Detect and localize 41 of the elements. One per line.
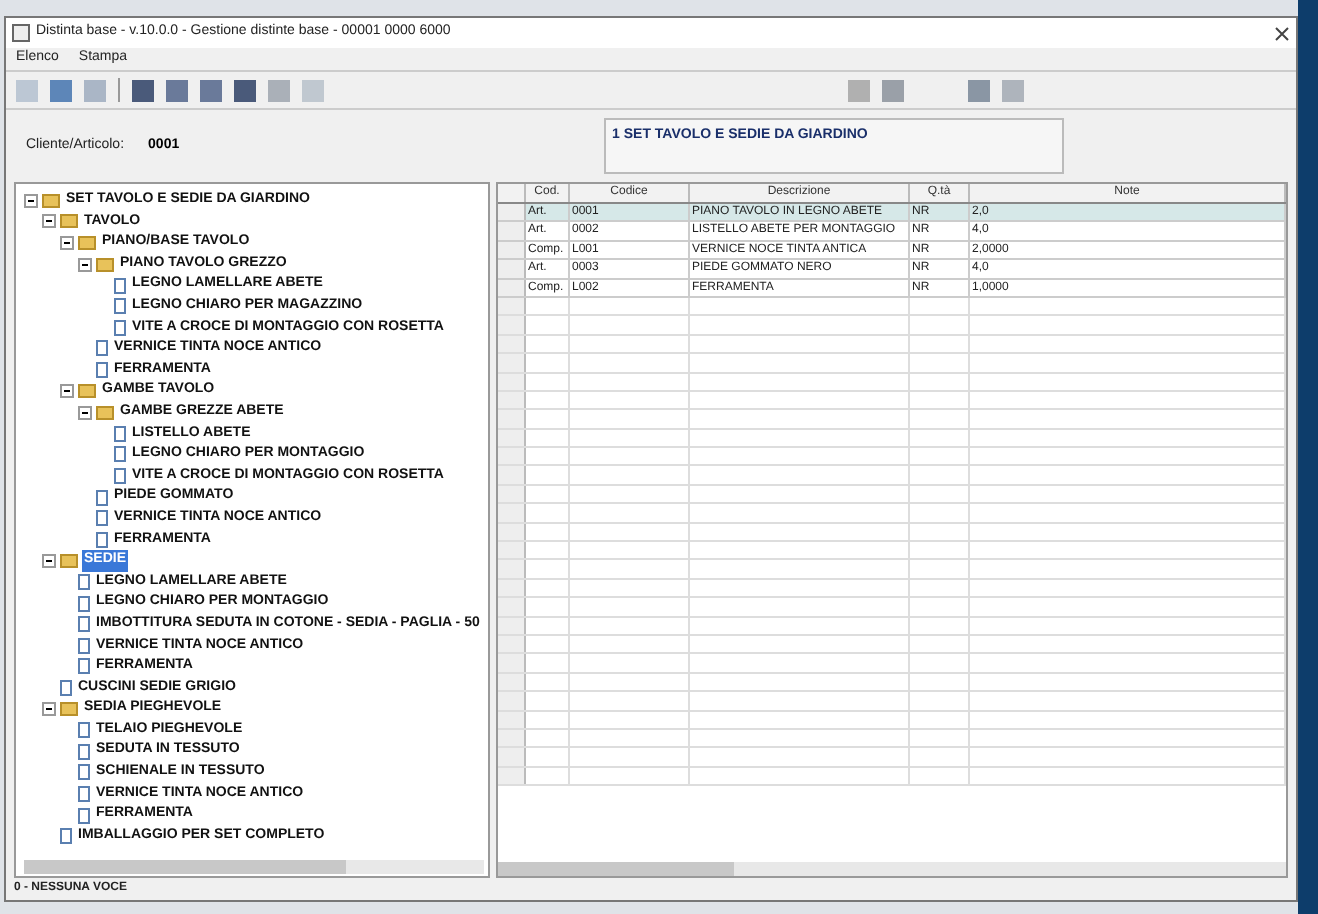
row-selector[interactable] (498, 448, 526, 465)
row-selector[interactable] (498, 354, 526, 372)
print-icon[interactable] (268, 79, 290, 101)
last-record-icon[interactable] (234, 79, 256, 101)
horizontal-scrollbar[interactable] (24, 860, 484, 874)
app-icon (12, 24, 30, 42)
row-selector[interactable] (498, 504, 526, 522)
expand-toggle[interactable] (42, 702, 56, 717)
save-icon[interactable] (968, 79, 990, 101)
row-selector[interactable] (498, 260, 526, 278)
previous-record-icon[interactable] (166, 79, 188, 101)
expand-toggle[interactable] (78, 405, 92, 420)
table-icon[interactable] (882, 79, 904, 101)
expand-toggle[interactable] (60, 235, 74, 250)
folder-icon (60, 553, 78, 568)
delete-icon[interactable] (1002, 79, 1024, 101)
row-selector[interactable] (498, 598, 526, 616)
expand-toggle[interactable] (60, 384, 74, 399)
row-selector[interactable] (498, 748, 526, 766)
row-selector[interactable] (498, 560, 526, 578)
row-selector[interactable] (498, 316, 526, 334)
row-selector[interactable] (498, 692, 526, 710)
row-selector[interactable] (498, 542, 526, 559)
list-icon[interactable] (84, 79, 106, 101)
expand-toggle[interactable] (24, 193, 38, 208)
expand-toggle[interactable] (78, 257, 92, 272)
row-selector[interactable] (498, 410, 526, 428)
grid-icon[interactable] (50, 79, 72, 101)
first-record-icon[interactable] (132, 79, 154, 101)
next-record-icon[interactable] (200, 79, 222, 101)
expand-toggle[interactable] (42, 553, 56, 568)
expand-toggle[interactable] (42, 214, 56, 229)
close-icon[interactable] (1274, 25, 1290, 41)
horizontal-scrollbar[interactable] (498, 862, 1286, 876)
row-selector[interactable] (498, 204, 526, 221)
document-icon[interactable] (16, 79, 38, 101)
row-selector[interactable] (498, 466, 526, 484)
row-selector[interactable] (498, 222, 526, 240)
preview-icon[interactable] (302, 79, 324, 101)
folder-icon (60, 702, 78, 717)
row-selector[interactable] (498, 654, 526, 672)
